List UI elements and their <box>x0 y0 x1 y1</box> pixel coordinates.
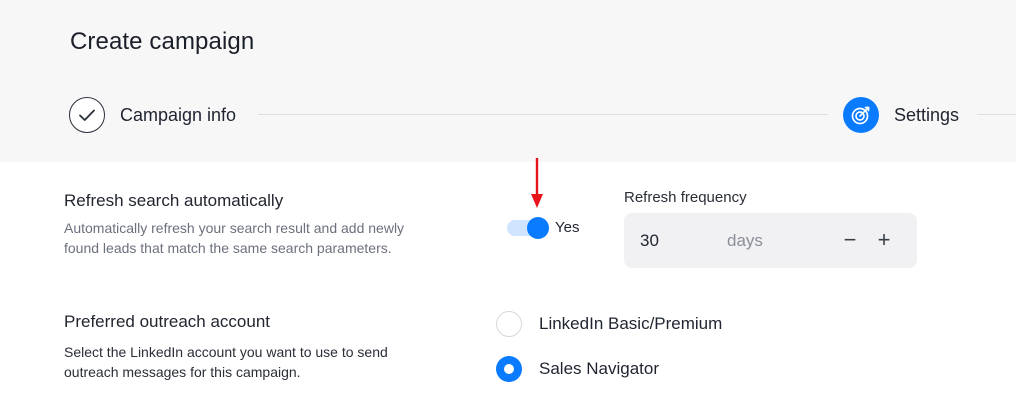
annotation-arrow-icon <box>531 158 543 208</box>
page-header: Create campaign Campaign info Settings <box>0 0 1016 162</box>
check-icon <box>69 97 105 133</box>
toggle-label: Yes <box>555 219 580 236</box>
refresh-frequency-label: Refresh frequency <box>624 189 747 206</box>
refresh-frequency-unit: days <box>727 231 763 250</box>
toggle-knob <box>527 217 549 239</box>
step-connector <box>977 114 1016 115</box>
step-label: Campaign info <box>120 104 237 125</box>
page-title: Create campaign <box>70 28 255 55</box>
radio-label: LinkedIn Basic/Premium <box>539 314 723 333</box>
refresh-frequency-stepper: 30 days − + <box>624 213 917 268</box>
outreach-description: Select the LinkedIn account you want to … <box>64 344 388 380</box>
refresh-title: Refresh search automatically <box>64 191 284 210</box>
increment-button[interactable]: + <box>872 227 896 253</box>
radio-linkedin-basic-premium[interactable]: LinkedIn Basic/Premium <box>496 311 722 337</box>
refresh-toggle[interactable] <box>507 217 549 239</box>
radio-button[interactable] <box>496 311 522 337</box>
radio-button[interactable] <box>496 356 522 382</box>
radio-label: Sales Navigator <box>539 359 660 378</box>
refresh-frequency-input[interactable]: 30 <box>640 231 659 251</box>
radio-selected-dot <box>504 364 514 374</box>
radio-sales-navigator[interactable]: Sales Navigator <box>496 356 659 382</box>
step-label: Settings <box>894 104 960 125</box>
refresh-description: Automatically refresh your search result… <box>64 220 405 256</box>
decrement-button[interactable]: − <box>838 227 862 253</box>
step-campaign-info[interactable]: Campaign info <box>69 97 236 133</box>
outreach-title: Preferred outreach account <box>64 312 271 331</box>
step-settings[interactable]: Settings <box>843 97 959 133</box>
step-connector <box>258 114 828 115</box>
target-icon <box>843 97 879 133</box>
